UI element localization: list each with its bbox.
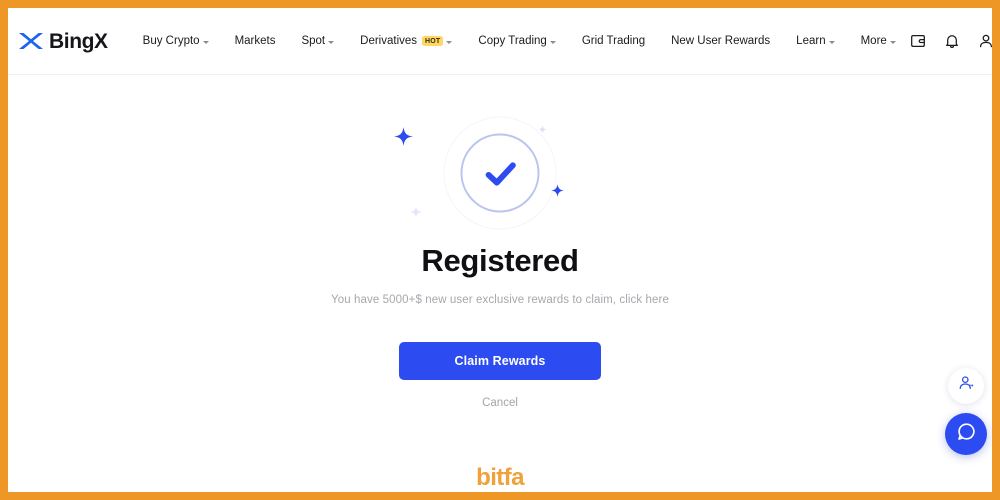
nav-item-markets[interactable]: Markets — [222, 29, 289, 53]
chat-bubble-icon — [956, 421, 977, 447]
chevron-down-icon — [549, 40, 556, 44]
chat-widget-button[interactable] — [945, 413, 987, 455]
top-navbar: BingX Buy Crypto Markets Spot Derivative… — [8, 8, 992, 75]
nav-item-grid-trading[interactable]: Grid Trading — [569, 29, 658, 53]
nav-item-label: Markets — [234, 35, 276, 47]
nav-item-new-user-rewards[interactable]: New User Rewards — [658, 29, 783, 53]
nav-item-label: Buy Crypto — [142, 35, 200, 47]
main-content: Registered You have 5000+$ new user excl… — [8, 75, 992, 492]
nav-item-label: Learn — [796, 35, 826, 47]
nav-item-label: Grid Trading — [581, 35, 646, 47]
page-root: BingX Buy Crypto Markets Spot Derivative… — [8, 8, 992, 492]
check-circle-icon — [460, 133, 540, 213]
wallet-icon[interactable] — [909, 32, 928, 51]
chevron-down-icon — [328, 40, 335, 44]
sparkle-small-right — [538, 125, 547, 134]
claim-rewards-button[interactable]: Claim Rewards — [399, 342, 601, 380]
bitfa-watermark: bitfa — [476, 464, 524, 491]
chevron-down-icon — [202, 40, 209, 44]
bingx-x-mark-icon — [18, 31, 44, 51]
chevron-down-icon — [828, 40, 835, 44]
nav-item-spot[interactable]: Spot — [288, 29, 347, 53]
nav-item-derivatives[interactable]: Derivatives HOT — [347, 29, 465, 53]
nav-items: Buy Crypto Markets Spot Derivatives HOT … — [130, 29, 909, 53]
sparkle-large-left — [394, 127, 413, 146]
nav-item-more[interactable]: More — [848, 29, 909, 53]
nav-item-label: More — [860, 35, 887, 47]
page-title: Registered — [421, 243, 579, 278]
cancel-link[interactable]: Cancel — [482, 397, 518, 409]
nav-item-label: New User Rewards — [671, 35, 771, 47]
sparkle-medium-right — [551, 184, 564, 197]
hot-badge: HOT — [422, 36, 444, 46]
bell-icon[interactable] — [943, 32, 962, 51]
sparkle-faint-left — [410, 206, 422, 218]
screenshot-frame: BingX Buy Crypto Markets Spot Derivative… — [0, 0, 1000, 500]
nav-item-label: Derivatives — [360, 35, 418, 47]
chevron-down-icon — [446, 40, 453, 44]
nav-item-buy-crypto[interactable]: Buy Crypto — [130, 29, 222, 53]
community-widget-button[interactable] — [948, 368, 984, 404]
nav-icon-group — [909, 32, 992, 51]
nav-item-label: Spot — [301, 35, 326, 47]
bingx-logo-text: BingX — [49, 29, 108, 53]
success-illustration — [390, 113, 610, 233]
floating-widget-stack — [945, 368, 987, 455]
community-icon — [957, 374, 976, 398]
nav-item-learn[interactable]: Learn — [783, 29, 847, 53]
rewards-subtitle: You have 5000+$ new user exclusive rewar… — [331, 294, 669, 306]
bingx-logo[interactable]: BingX — [18, 31, 108, 52]
user-icon[interactable] — [977, 32, 992, 51]
nav-item-label: Copy Trading — [478, 35, 547, 47]
nav-item-copy-trading[interactable]: Copy Trading — [465, 29, 568, 53]
chevron-down-icon — [889, 40, 896, 44]
